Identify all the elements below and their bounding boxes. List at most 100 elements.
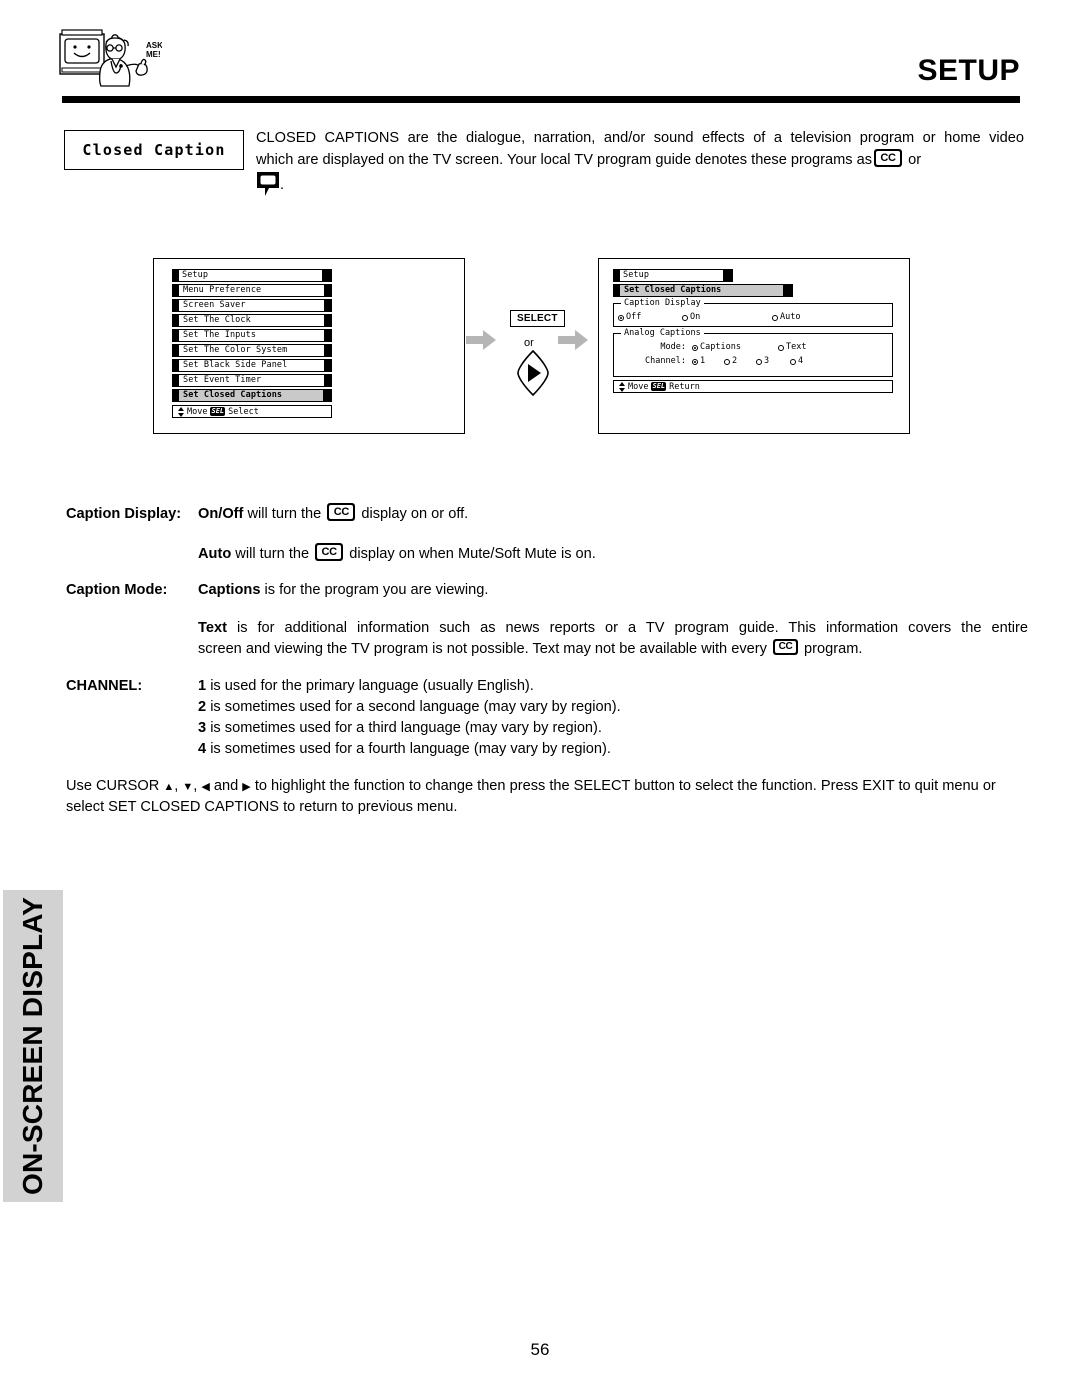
menu-item-set-black-side-panel[interactable]: Set Black Side Panel xyxy=(172,359,332,372)
menu-item-label: Menu Preference xyxy=(183,285,262,296)
osd-left-title-text: Setup xyxy=(182,270,209,281)
radio-label-off: Off xyxy=(626,312,642,322)
menu-item-label: Screen Saver xyxy=(183,300,246,311)
channel-desc: is used for the primary language (usuall… xyxy=(210,678,534,694)
text-mode-line-2: screen and viewing the TV program is not… xyxy=(198,639,862,657)
footer-move-label: Move xyxy=(187,406,208,417)
radio-channel-4[interactable] xyxy=(790,358,796,365)
auto-description: Auto will turn the display on when Mute/… xyxy=(198,543,1028,565)
on-off-emphasis: On/Off xyxy=(198,506,244,522)
mode-field-label: Mode: xyxy=(660,342,686,352)
osd-left-footer-hint: Move SEL Select xyxy=(172,405,332,418)
radio-label-captions: Captions xyxy=(700,342,741,352)
menu-item-set-the-inputs[interactable]: Set The Inputs xyxy=(172,329,332,342)
select-button-key[interactable]: SELECT xyxy=(510,310,565,327)
osd-screen-closed-captions: Setup Set Closed Captions Caption Displa… xyxy=(598,258,910,434)
osd-screen-setup-menu: Setup Menu Preference Screen Saver Set T… xyxy=(153,258,465,434)
closing-and-label: and xyxy=(213,778,239,794)
channel-description: CHANNEL: 1 is used for the primary langu… xyxy=(66,676,1026,760)
menu-item-set-the-color-system[interactable]: Set The Color System xyxy=(172,344,332,357)
channel-number: 2 xyxy=(198,699,207,715)
channel-number: 1 xyxy=(198,678,207,694)
osd-navigation-diagram: Setup Menu Preference Screen Saver Set T… xyxy=(0,246,1080,446)
cursor-down-icon: ▼ xyxy=(182,781,194,793)
menu-item-label: Set Black Side Panel xyxy=(183,360,288,371)
closed-caption-section-label: Closed Caption xyxy=(64,130,244,170)
analog-captions-legend: Analog Captions xyxy=(621,329,704,338)
sel-key-icon: SEL xyxy=(651,382,667,391)
radio-mode-captions[interactable] xyxy=(692,344,698,351)
channel-number: 4 xyxy=(198,741,207,757)
menu-item-set-closed-captions[interactable]: Set Closed Captions xyxy=(172,389,332,402)
footer-move-label: Move xyxy=(628,381,649,392)
radio-channel-1[interactable] xyxy=(692,358,698,365)
chevron-right-icon xyxy=(326,392,330,399)
channel-list-item: 3 is sometimes used for a third language… xyxy=(198,718,621,739)
radio-mode-text[interactable] xyxy=(778,344,784,351)
footer-action-label: Return xyxy=(669,381,700,392)
closing-comma-1: , xyxy=(174,778,179,794)
osd-left-menu: Setup Menu Preference Screen Saver Set T… xyxy=(172,269,332,418)
header-divider-rule xyxy=(62,96,1020,103)
caption-mode-description: Caption Mode: Captions is for the program… xyxy=(66,580,1026,601)
channel-field-label: Channel: xyxy=(645,356,686,366)
osd-left-title-bar: Setup xyxy=(172,269,332,282)
caption-display-end-text: display on or off. xyxy=(361,506,469,522)
radio-label-channel-3: 3 xyxy=(764,356,770,366)
channel-desc: is sometimes used for a third language (… xyxy=(210,720,602,736)
set-closed-captions-dropdown[interactable]: Set Closed Captions xyxy=(613,284,793,297)
channel-list-item: 1 is used for the primary language (usua… xyxy=(198,676,621,697)
radio-label-channel-1: 1 xyxy=(700,356,706,366)
cc-symbol-icon xyxy=(327,503,356,521)
menu-item-label: Set The Color System xyxy=(183,345,288,356)
text-mode-line-1: Text is for additional information such … xyxy=(198,618,1028,639)
cc-symbol-icon xyxy=(315,543,344,561)
page-title: SETUP xyxy=(917,54,1020,87)
channel-number: 3 xyxy=(198,720,207,736)
channel-desc: is sometimes used for a second language … xyxy=(210,699,621,715)
auto-end-text: display on when Mute/Soft Mute is on. xyxy=(349,546,596,562)
closing-instructions: Use CURSOR ▲, ▼, ◀ and ▶ to highlight th… xyxy=(66,776,1026,818)
analog-captions-group: Analog Captions Mode: Captions Text Chan… xyxy=(613,329,893,377)
cursor-right-icon: ▶ xyxy=(242,781,251,793)
section-side-tab: ON-SCREEN DISPLAY xyxy=(3,890,63,1202)
dropdown-label: Set Closed Captions xyxy=(624,285,722,296)
menu-item-menu-preference[interactable]: Menu Preference xyxy=(172,284,332,297)
channel-list-item: 4 is sometimes used for a fourth languag… xyxy=(198,739,621,760)
up-down-arrows-icon xyxy=(619,381,625,392)
intro-paragraph: CLOSED CAPTIONS are the dialogue, narrat… xyxy=(256,128,1024,197)
menu-item-label: Set Closed Captions xyxy=(183,390,283,401)
radio-label-channel-2: 2 xyxy=(732,356,738,366)
osd-right-title-bar: Setup xyxy=(613,269,733,282)
intro-line-3-period: . xyxy=(280,177,285,193)
right-arrow-key-icon[interactable] xyxy=(514,349,552,397)
cc-symbol-icon xyxy=(772,639,798,655)
caption-display-group: Caption Display Off On Auto xyxy=(613,299,893,327)
radio-label-auto: Auto xyxy=(780,312,801,322)
radio-label-channel-4: 4 xyxy=(798,356,804,366)
flow-arrow-right-icon xyxy=(558,330,588,350)
or-separator-label: or xyxy=(524,337,534,349)
menu-item-set-event-timer[interactable]: Set Event Timer xyxy=(172,374,332,387)
flow-arrow-left-icon xyxy=(466,330,496,350)
footer-action-label: Select xyxy=(228,406,259,417)
menu-item-set-the-clock[interactable]: Set The Clock xyxy=(172,314,332,327)
radio-channel-2[interactable] xyxy=(724,358,730,365)
radio-caption-display-off[interactable] xyxy=(618,314,624,321)
radio-caption-display-auto[interactable] xyxy=(772,314,778,321)
caption-display-description: Caption Display: On/Off will turn the dis… xyxy=(66,503,1026,525)
menu-item-screen-saver[interactable]: Screen Saver xyxy=(172,299,332,312)
caption-mode-row-label: Caption Mode: xyxy=(66,582,168,598)
radio-caption-display-on[interactable] xyxy=(682,314,688,321)
radio-label-on: On xyxy=(690,312,701,322)
text-mode-line-2-text: screen and viewing the TV program is not… xyxy=(198,641,767,657)
auto-emphasis: Auto xyxy=(198,546,232,562)
intro-line-2: which are displayed on the TV screen. Yo… xyxy=(256,149,1024,171)
radio-channel-3[interactable] xyxy=(756,358,762,365)
osd-right-footer-hint: Move SEL Return xyxy=(613,380,893,393)
closing-line-1: Use CURSOR ▲, ▼, ◀ and ▶ to highlight th… xyxy=(66,778,817,794)
up-down-arrows-icon xyxy=(178,406,184,417)
intro-line-1: CLOSED CAPTIONS are the dialogue, narrat… xyxy=(256,130,1024,146)
closing-line-1-a: Use CURSOR xyxy=(66,778,160,794)
osd-right-menu: Setup Set Closed Captions Caption Displa… xyxy=(613,269,893,393)
